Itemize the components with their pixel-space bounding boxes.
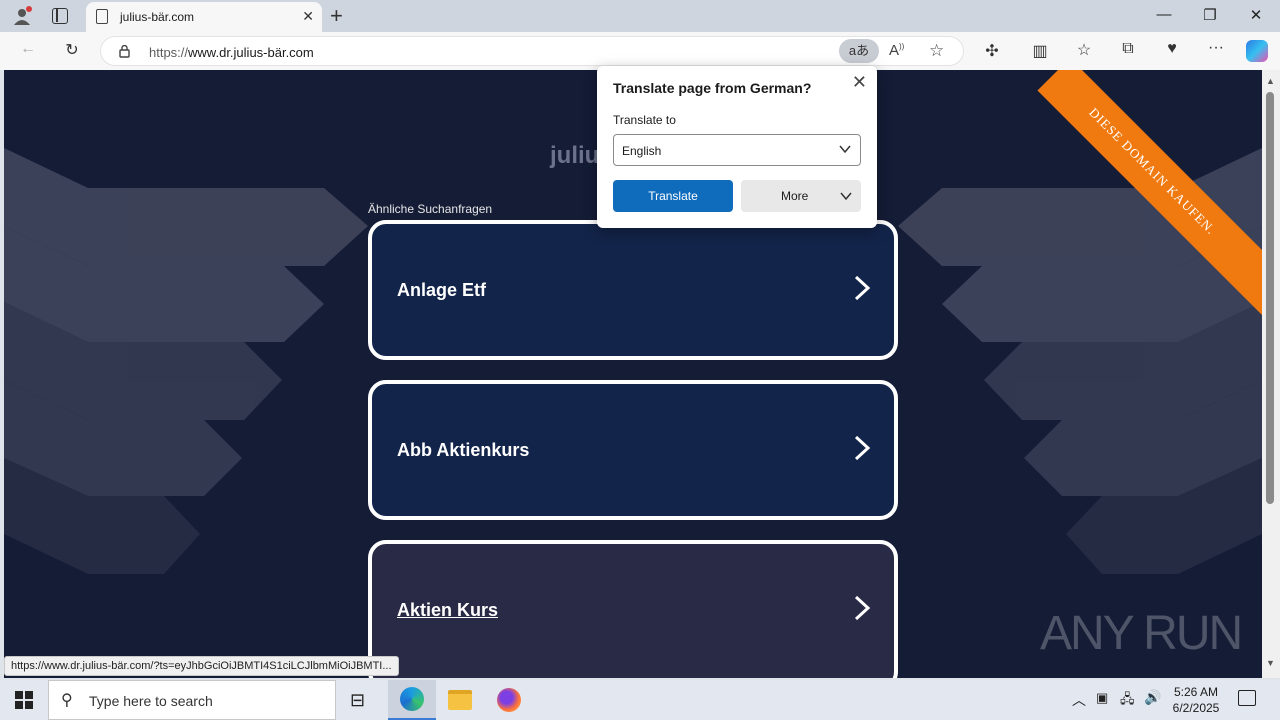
popup-close-icon[interactable]: ✕ bbox=[852, 72, 867, 93]
copilot-icon[interactable] bbox=[1246, 40, 1268, 62]
firefox-icon[interactable] bbox=[497, 688, 521, 712]
restore-icon[interactable]: ❐ bbox=[1200, 6, 1220, 24]
minimize-icon[interactable]: — bbox=[1154, 6, 1174, 23]
ribbon-text: DIESE DOMAIN KAUFEN. bbox=[1086, 104, 1220, 238]
notifications-icon[interactable] bbox=[1238, 690, 1256, 706]
tab-active[interactable]: julius-bär.com ✕ bbox=[86, 2, 322, 32]
scroll-thumb[interactable] bbox=[1266, 92, 1274, 504]
search-placeholder: Type here to search bbox=[89, 693, 213, 709]
favorites-icon[interactable]: ☆ bbox=[1072, 40, 1096, 60]
more-menu-icon[interactable]: ··· bbox=[1204, 39, 1228, 57]
network-icon[interactable]: 🖧 bbox=[1120, 690, 1135, 712]
system-clock[interactable]: 5:26 AM 6/2/2025 bbox=[1166, 684, 1226, 716]
split-screen-icon[interactable]: ▥ bbox=[1028, 41, 1052, 61]
title-bar: julius-bär.com ✕ + — ❐ ✕ bbox=[0, 0, 1280, 32]
translate-icon[interactable]: aあ bbox=[839, 39, 879, 63]
taskbar: ⚲ Type here to search ⊟ ︿ ▣ 🖧 🔊 5:26 AM … bbox=[0, 680, 1280, 720]
scroll-down-icon[interactable]: ▼ bbox=[1266, 658, 1275, 668]
clock-date: 6/2/2025 bbox=[1172, 701, 1220, 715]
back-icon[interactable]: ← bbox=[16, 40, 40, 58]
close-window-icon[interactable]: ✕ bbox=[1246, 6, 1266, 24]
tab-actions-icon[interactable] bbox=[52, 8, 68, 24]
task-view-icon[interactable]: ⊟ bbox=[350, 690, 365, 711]
buy-domain-ribbon[interactable]: DIESE DOMAIN KAUFEN. bbox=[1037, 70, 1262, 324]
address-bar[interactable]: https://www.dr.julius-bär.com aあ A)) ☆ bbox=[100, 36, 964, 66]
clock-time: 5:26 AM bbox=[1173, 685, 1219, 699]
refresh-icon[interactable]: ↻ bbox=[60, 40, 84, 60]
edge-taskbar-icon[interactable] bbox=[388, 680, 436, 720]
file-explorer-icon[interactable] bbox=[448, 690, 472, 710]
lock-icon[interactable] bbox=[119, 44, 130, 58]
volume-icon[interactable]: 🔊 bbox=[1144, 689, 1161, 706]
new-tab-icon[interactable]: + bbox=[330, 3, 343, 29]
more-button[interactable]: More bbox=[741, 180, 861, 212]
search-icon: ⚲ bbox=[61, 692, 73, 709]
scroll-up-icon[interactable]: ▲ bbox=[1266, 76, 1275, 86]
collections-icon[interactable]: ⧉ bbox=[1116, 40, 1140, 58]
tab-close-icon[interactable]: ✕ bbox=[302, 8, 314, 25]
browser-toolbar: ← ↻ https://www.dr.julius-bär.com aあ A))… bbox=[0, 32, 1280, 70]
url-text[interactable]: https://www.dr.julius-bär.com bbox=[149, 45, 314, 60]
translate-button[interactable]: Translate bbox=[613, 180, 733, 212]
device-icon[interactable]: ▣ bbox=[1096, 690, 1108, 706]
favorite-star-icon[interactable]: ☆ bbox=[929, 41, 944, 61]
windows-start-icon[interactable] bbox=[15, 691, 33, 709]
translate-popup: Translate page from German? ✕ Translate … bbox=[597, 66, 877, 228]
chevron-down-icon bbox=[840, 192, 852, 201]
page-icon bbox=[96, 9, 108, 24]
more-button-label: More bbox=[781, 189, 809, 203]
tab-title: julius-bär.com bbox=[120, 10, 195, 24]
extensions-icon[interactable]: ✣ bbox=[980, 41, 1004, 61]
taskbar-search[interactable]: ⚲ Type here to search bbox=[48, 680, 336, 720]
chevron-up-icon[interactable]: ︿ bbox=[1072, 690, 1086, 710]
language-select[interactable]: English bbox=[613, 134, 861, 166]
chevron-down-icon bbox=[839, 145, 851, 154]
selected-language: English bbox=[622, 144, 662, 158]
page-scrollbar[interactable]: ▲ ▼ bbox=[1262, 70, 1280, 678]
performance-icon[interactable]: ♥ bbox=[1160, 40, 1184, 58]
popup-title: Translate page from German? bbox=[613, 80, 812, 96]
profile-icon[interactable] bbox=[12, 6, 32, 26]
read-aloud-icon[interactable]: A)) bbox=[889, 42, 904, 59]
status-link-preview: https://www.dr.julius-bär.com/?ts=eyJhbG… bbox=[4, 656, 399, 676]
translate-to-label: Translate to bbox=[613, 113, 676, 127]
